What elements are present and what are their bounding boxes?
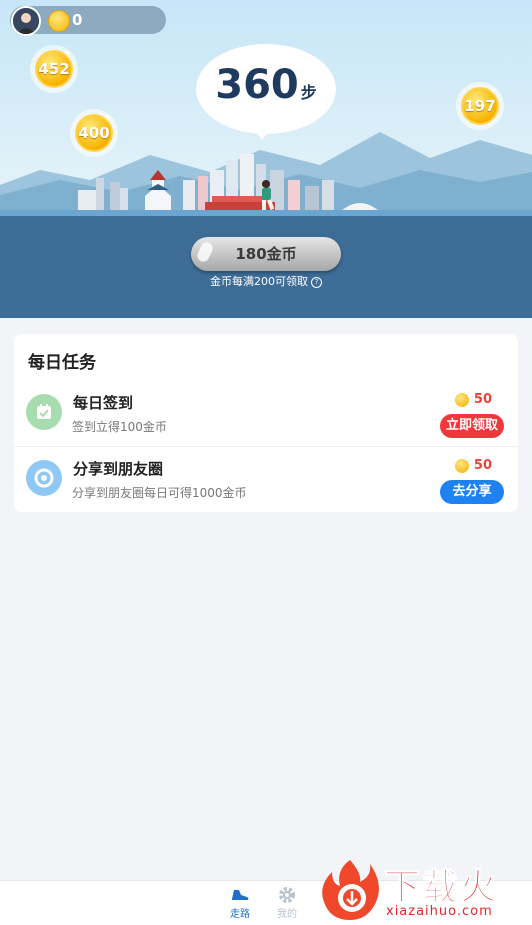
moments-share-icon xyxy=(26,460,62,496)
daily-tasks-card: 每日任务 每日签到 签到立得100金币 50 立即领取 分享到朋友圈 分享到朋友 xyxy=(14,334,518,512)
sparkle-icon: ✦ xyxy=(102,111,112,124)
watermark-site: xiazaihuo.com xyxy=(386,904,493,919)
nav-item-label: 走路 xyxy=(230,909,250,920)
step-unit: 步 xyxy=(300,83,317,102)
collect-hint-text: 金币每满200可领取 xyxy=(210,275,308,288)
watermark-title: 下载火 xyxy=(383,867,499,909)
task-name: 每日签到 xyxy=(73,394,134,412)
task-name: 分享到朋友圈 xyxy=(73,460,164,478)
avatar-icon xyxy=(13,8,39,34)
task-reward-value: 50 xyxy=(473,458,492,473)
task-reward: 50 xyxy=(454,458,492,473)
coin-icon xyxy=(48,10,70,32)
floating-coin-452[interactable]: 452 ✦ xyxy=(30,45,78,93)
fire-logo-icon xyxy=(322,860,379,920)
nav-item-walk[interactable]: 走路 xyxy=(220,885,260,920)
nav-item-label: 我的 xyxy=(277,909,297,920)
task-divider xyxy=(14,446,518,447)
gear-icon xyxy=(267,885,307,905)
step-counter: 360 步 xyxy=(196,62,336,108)
collect-coins-label: 180金币 xyxy=(235,245,297,263)
task-reward: 50 xyxy=(454,392,492,407)
coin-balance: 0 xyxy=(72,11,83,29)
button-shine xyxy=(195,240,215,264)
calendar-check-icon xyxy=(26,394,62,430)
floating-coin-400[interactable]: 400 ✦ xyxy=(70,109,118,157)
watermark: 下载火 xiazaihuo.com xyxy=(316,856,532,924)
claim-now-button[interactable]: 立即领取 xyxy=(440,414,504,438)
sparkle-icon: ✦ xyxy=(488,84,498,97)
nav-item-mine[interactable]: 我的 xyxy=(267,885,307,920)
coin-icon xyxy=(454,458,469,473)
task-daily-signin: 每日签到 签到立得100金币 50 立即领取 xyxy=(14,382,518,448)
task-share-moments: 分享到朋友圈 分享到朋友圈每日可得1000金币 50 去分享 xyxy=(14,448,518,514)
shoreline xyxy=(0,210,532,216)
coin-icon xyxy=(454,392,469,407)
help-icon[interactable]: ? xyxy=(311,277,322,288)
collect-coins-button[interactable]: 180金币 xyxy=(191,237,341,271)
step-cloud-tail xyxy=(252,126,272,140)
go-share-button[interactable]: 去分享 xyxy=(440,480,504,504)
step-count: 360 xyxy=(215,62,299,108)
sparkle-icon: ✦ xyxy=(62,47,72,60)
task-reward-value: 50 xyxy=(473,392,492,407)
floating-coin-197[interactable]: 197 ✦ xyxy=(456,82,504,130)
task-desc: 分享到朋友圈每日可得1000金币 xyxy=(72,486,247,500)
shoe-icon xyxy=(220,885,260,905)
user-avatar[interactable] xyxy=(11,6,41,36)
collect-hint: 金币每满200可领取? xyxy=(160,273,372,289)
daily-tasks-title: 每日任务 xyxy=(28,353,96,373)
task-desc: 签到立得100金币 xyxy=(72,420,167,434)
